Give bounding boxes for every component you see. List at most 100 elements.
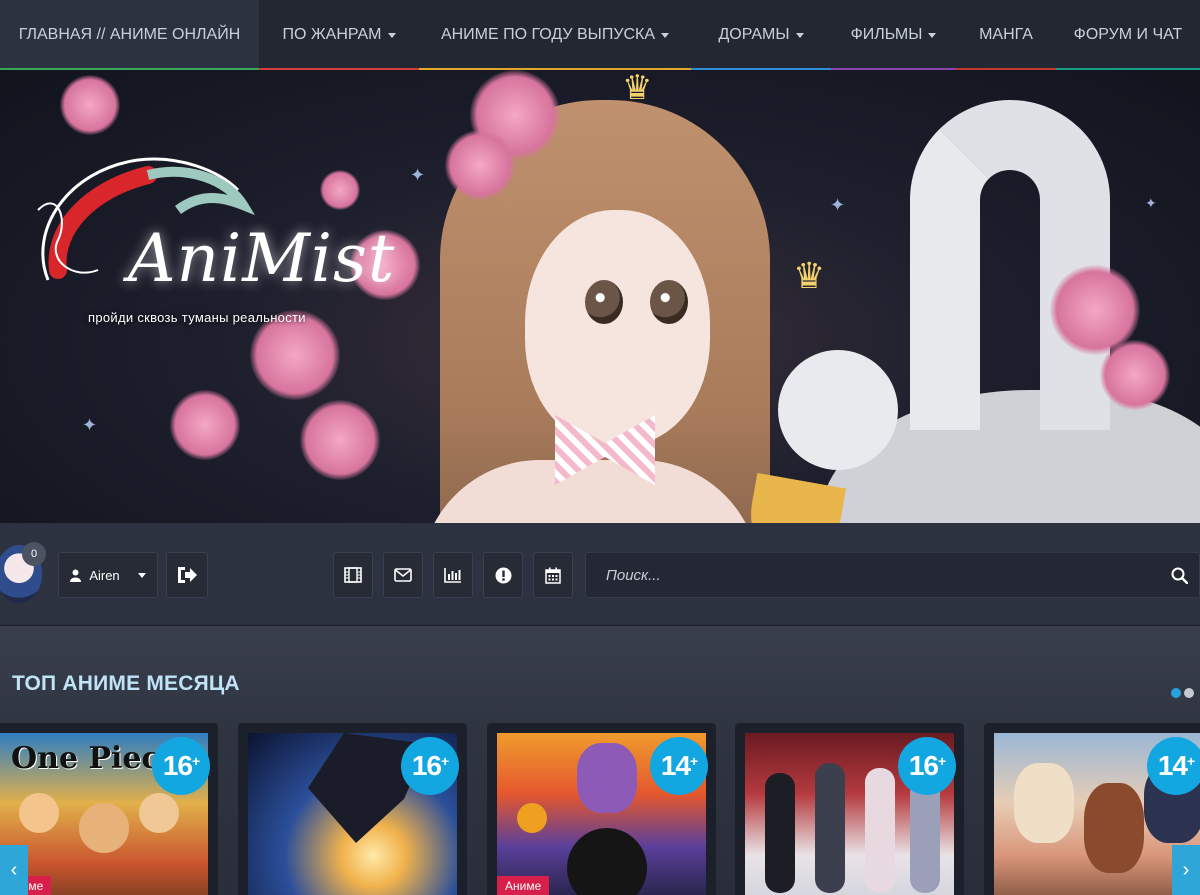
character-eye	[650, 280, 688, 324]
plus-sign: +	[440, 753, 449, 769]
nav-item-forum[interactable]: ФОРУМ И ЧАТ	[1056, 0, 1200, 70]
plus-sign: +	[1186, 753, 1195, 769]
sparkle-icon: ✦	[1145, 195, 1157, 211]
carousel-next-button[interactable]: ›	[1172, 845, 1200, 895]
character-eye	[585, 280, 623, 324]
age-rating-value: 16	[162, 750, 193, 781]
messages-button[interactable]	[383, 552, 423, 598]
poster-figure	[815, 763, 845, 893]
blossom-decoration	[60, 75, 120, 135]
anime-list-button[interactable]	[333, 552, 373, 598]
caret-down-icon	[661, 32, 670, 38]
anime-card[interactable]: 16 +	[735, 723, 964, 895]
stats-button[interactable]	[433, 552, 473, 598]
age-rating-value: 14	[660, 750, 691, 781]
caret-down-icon	[137, 572, 146, 578]
poster-figure	[19, 793, 59, 833]
logo-title: AniMist	[128, 220, 396, 297]
carousel-dot[interactable]	[1184, 688, 1194, 698]
nav-item-label: ПО ЖАНРАМ	[282, 26, 382, 43]
blossom-decoration	[170, 390, 240, 460]
sparkle-icon: ✦	[830, 195, 846, 215]
age-rating-badge: 16 +	[401, 737, 459, 795]
swan-head	[778, 350, 898, 470]
nav-item-genres[interactable]: ПО ЖАНРАМ	[259, 0, 419, 70]
age-rating-value: 16	[908, 750, 939, 781]
sign-out-icon	[178, 567, 197, 583]
age-rating-badge: 14 +	[1147, 737, 1200, 795]
age-rating-badge: 16 +	[898, 737, 956, 795]
hero-banner: ✦ ✦ ✦ ✦ ◆ ♛ ♛ AniMist пройди сквозь тума…	[0, 70, 1200, 523]
nav-item-by-year[interactable]: АНИМЕ ПО ГОДУ ВЫПУСКА	[419, 0, 691, 70]
nav-item-label: ФОРУМ И ЧАТ	[1073, 26, 1183, 43]
anime-card[interactable]: 16 +	[238, 723, 467, 895]
anime-card[interactable]: One Piece 16+ Аниме	[0, 723, 218, 895]
nav-item-label: АНИМЕ ПО ГОДУ ВЫПУСКА	[440, 26, 656, 43]
username-label: Airen	[89, 567, 120, 583]
nav-item-doramas[interactable]: ДОРАМЫ	[691, 0, 831, 70]
logout-button[interactable]	[166, 552, 208, 598]
plus-sign: +	[689, 753, 698, 769]
carousel-pagination	[1171, 688, 1194, 698]
poster-figure	[139, 793, 179, 833]
chevron-left-icon: ‹	[10, 858, 18, 881]
poster-figure	[567, 828, 647, 895]
caret-down-icon	[928, 32, 937, 38]
sparkle-icon: ✦	[82, 415, 98, 435]
alerts-button[interactable]	[483, 552, 523, 598]
nav-item-label: МАНГА	[979, 26, 1033, 43]
anime-card[interactable]: 14 +	[984, 723, 1200, 895]
logo-tagline: пройди сквозь туманы реальности	[88, 310, 306, 325]
poster-figure	[1084, 783, 1144, 873]
swan-neck	[910, 100, 1110, 430]
user-icon	[70, 569, 82, 582]
search-icon	[1171, 567, 1188, 584]
poster-figure	[865, 768, 895, 893]
age-rating-value: 14	[1157, 750, 1188, 781]
caret-down-icon	[387, 32, 396, 38]
notification-badge[interactable]: 0	[22, 542, 46, 566]
poster-figure	[1014, 763, 1074, 843]
chevron-right-icon: ›	[1182, 858, 1190, 881]
poster-figure	[79, 803, 129, 853]
character-face	[525, 210, 710, 445]
envelope-icon	[394, 568, 412, 582]
anime-card[interactable]: 14 + Аниме	[487, 723, 716, 895]
crown-icon: ♛	[793, 255, 826, 296]
crown-icon: ♛	[622, 70, 653, 107]
nav-item-label: ФИЛЬМЫ	[850, 26, 923, 43]
section-title: ТОП АНИМЕ МЕСЯЦА	[12, 672, 240, 695]
plus-sign: +	[191, 753, 200, 769]
user-menu-button[interactable]: Airen	[58, 552, 158, 598]
nav-item-manga[interactable]: МАНГА	[956, 0, 1056, 70]
poster-dragonball	[517, 803, 547, 833]
poster-figure	[765, 773, 795, 893]
bar-chart-icon	[444, 568, 461, 583]
category-tag: Аниме	[497, 876, 550, 895]
hair-flower	[445, 130, 515, 200]
plus-sign: +	[937, 753, 946, 769]
film-icon	[344, 567, 362, 583]
blossom-decoration	[1100, 340, 1170, 410]
search-button[interactable]	[1159, 553, 1199, 597]
carousel-prev-button[interactable]: ‹	[0, 845, 28, 895]
search-input[interactable]	[586, 553, 1159, 597]
calendar-icon	[545, 567, 561, 584]
poster-figure	[577, 743, 637, 813]
nav-item-home[interactable]: ГЛАВНАЯ // АНИМЕ ОНЛАЙН	[0, 0, 259, 70]
calendar-button[interactable]	[533, 552, 573, 598]
nav-item-label: ДОРАМЫ	[718, 26, 790, 43]
nav-item-films[interactable]: ФИЛЬМЫ	[831, 0, 956, 70]
carousel-dot[interactable]	[1171, 688, 1181, 698]
site-logo[interactable]: AniMist пройди сквозь туманы реальности	[28, 150, 408, 330]
age-rating-value: 16	[411, 750, 442, 781]
alert-icon	[495, 567, 511, 583]
main-nav: ГЛАВНАЯ // АНИМЕ ОНЛАЙН ПО ЖАНРАМ АНИМЕ …	[0, 0, 1200, 70]
sparkle-icon: ✦	[410, 165, 426, 185]
age-rating-badge: 14 +	[650, 737, 708, 795]
search-box	[585, 552, 1200, 598]
blossom-decoration	[300, 400, 380, 480]
caret-down-icon	[795, 32, 804, 38]
poster-figure	[910, 778, 940, 893]
nav-item-label: ГЛАВНАЯ // АНИМЕ ОНЛАЙН	[18, 26, 241, 43]
